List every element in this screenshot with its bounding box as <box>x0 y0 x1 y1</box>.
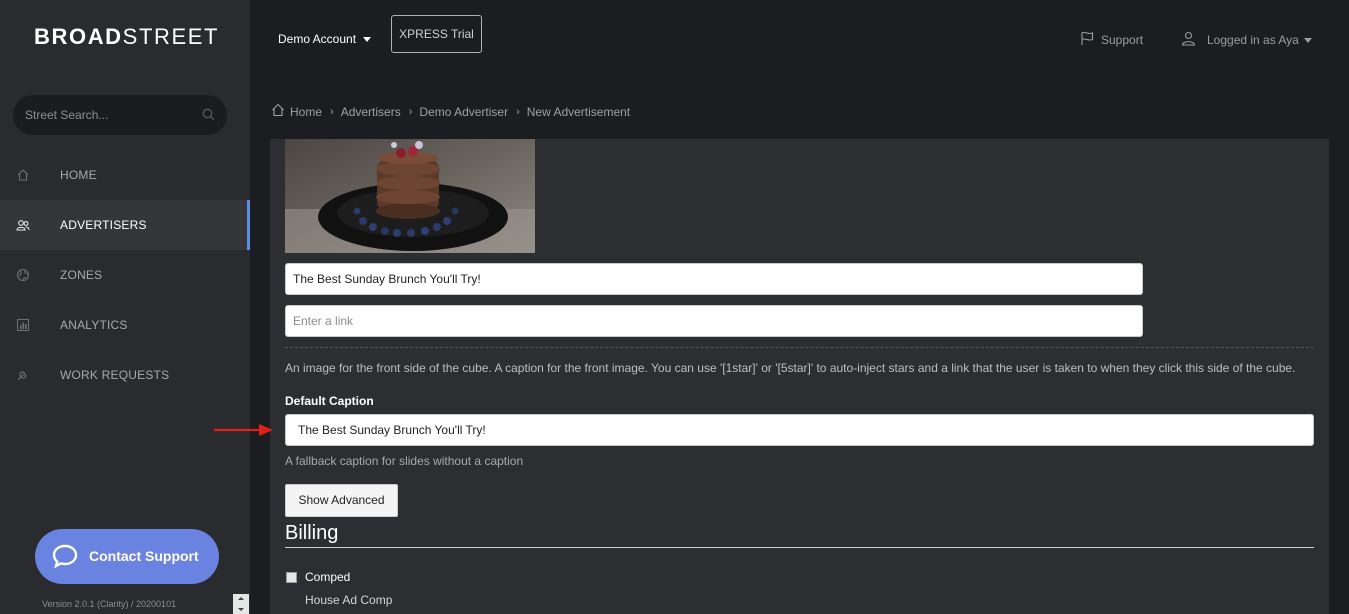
globe-icon <box>16 268 30 282</box>
contact-support-label: Contact Support <box>89 548 199 564</box>
chevron-down-icon <box>1304 38 1312 43</box>
home-icon[interactable] <box>271 103 285 120</box>
sidebar-item-work-requests[interactable]: WORK REQUESTS <box>0 350 250 400</box>
brand-logo-part2: STREET <box>122 24 220 49</box>
user-label: Logged in as Aya <box>1207 33 1299 47</box>
sidebar-item-home[interactable]: HOME <box>0 150 250 200</box>
comped-label[interactable]: Comped <box>305 570 350 584</box>
flag-icon <box>1080 31 1095 49</box>
show-advanced-button[interactable]: Show Advanced <box>285 484 398 517</box>
sidebar-item-label: ADVERTISERS <box>60 218 147 232</box>
contact-support-button[interactable]: Contact Support <box>35 529 219 584</box>
scrollbar[interactable] <box>233 594 249 614</box>
sidebar-item-analytics[interactable]: ANALYTICS <box>0 300 250 350</box>
user-menu[interactable]: Logged in as Aya <box>1181 31 1312 49</box>
search-input[interactable] <box>25 95 200 135</box>
support-link[interactable]: Support <box>1080 31 1143 49</box>
house-ad-comp-label: House Ad Comp <box>305 593 393 607</box>
chat-bubble-icon <box>52 544 78 571</box>
brand-logo-part1: BROAD <box>34 24 123 49</box>
chevron-right-icon: › <box>516 105 520 118</box>
breadcrumb-home[interactable]: Home <box>290 105 322 119</box>
account-name: Demo Account <box>278 32 357 46</box>
brand-logo[interactable]: BROADSTREET <box>34 24 219 50</box>
sidebar: BROADSTREET HOME ADVERTISERS ZONES <box>0 0 250 614</box>
sidebar-item-label: ZONES <box>60 268 103 282</box>
sidebar-item-zones[interactable]: ZONES <box>0 250 250 300</box>
breadcrumb-advertisers[interactable]: Advertisers <box>341 105 401 119</box>
front-caption-input[interactable] <box>285 263 1143 295</box>
chevron-right-icon: › <box>408 105 413 118</box>
search-icon[interactable] <box>202 108 215 126</box>
users-icon <box>16 218 30 232</box>
xpress-trial-button[interactable]: XPRESS Trial <box>391 15 482 53</box>
front-side-help-text: An image for the front side of the cube.… <box>285 361 1296 375</box>
chevron-down-icon <box>363 37 372 43</box>
breadcrumb-current: New Advertisement <box>526 104 631 119</box>
version-text: Version 2.0.1 (Clarity) / 20200101 <box>42 599 177 609</box>
chevron-right-icon: › <box>330 105 334 118</box>
chart-icon <box>16 318 30 332</box>
default-caption-label: Default Caption <box>285 394 374 408</box>
sidebar-item-advertisers[interactable]: ADVERTISERS <box>0 200 250 250</box>
main-panel: An image for the front side of the cube.… <box>270 139 1329 614</box>
app-root: BROADSTREET HOME ADVERTISERS ZONES <box>0 0 1349 614</box>
breadcrumb: Home › Advertisers › Demo Advertiser › N… <box>271 103 630 120</box>
default-caption-input[interactable] <box>285 414 1314 446</box>
default-caption-help: A fallback caption for slides without a … <box>285 454 524 468</box>
breadcrumb-demo-advertiser[interactable]: Demo Advertiser <box>419 105 508 119</box>
home-icon <box>16 168 30 182</box>
wrench-icon <box>16 368 30 382</box>
sidebar-item-label: WORK REQUESTS <box>60 368 170 382</box>
front-link-input[interactable] <box>285 305 1143 337</box>
comped-checkbox[interactable] <box>286 572 297 583</box>
account-dropdown[interactable]: Demo Account <box>278 32 372 46</box>
sidebar-search <box>13 95 227 135</box>
billing-heading: Billing <box>285 522 339 544</box>
user-icon <box>1181 31 1196 49</box>
sidebar-item-label: ANALYTICS <box>60 318 128 332</box>
divider <box>285 347 1314 348</box>
annotation-arrow-icon <box>213 423 275 442</box>
sidebar-item-label: HOME <box>60 168 97 182</box>
billing-divider <box>285 547 1314 548</box>
front-image-preview[interactable] <box>285 139 535 253</box>
support-label: Support <box>1101 33 1144 47</box>
